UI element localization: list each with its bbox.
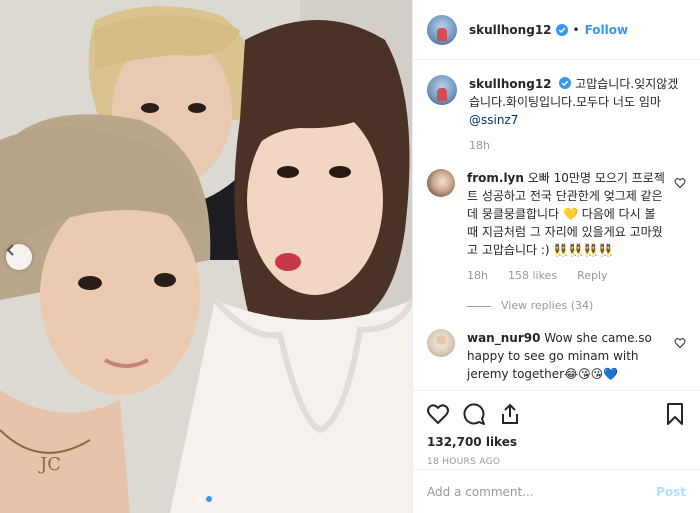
- heart-icon: [427, 404, 449, 424]
- like-comment-icon[interactable]: [674, 177, 686, 189]
- verified-badge-icon: [555, 23, 568, 36]
- view-replies-button[interactable]: View replies (34): [467, 297, 668, 315]
- commenter-avatar[interactable]: [427, 329, 455, 357]
- like-button[interactable]: [425, 401, 451, 427]
- follow-button[interactable]: Follow: [585, 23, 629, 37]
- like-comment-icon[interactable]: [674, 337, 686, 349]
- post-header: skullhong12 • Follow: [413, 0, 700, 60]
- carousel-dot: [196, 496, 202, 502]
- post-photo: JC: [0, 0, 412, 513]
- post-timestamp: 18 HOURS AGO: [427, 457, 501, 467]
- comment-time: 18h: [467, 269, 488, 282]
- selfie-image: JC: [0, 0, 412, 513]
- bookmark-icon: [667, 403, 683, 425]
- post-panel: skullhong12 • Follow skullhong12 고맙습니다.잊…: [412, 0, 700, 513]
- caption-time: 18h: [469, 139, 490, 152]
- likes-count[interactable]: 132,700 likes: [425, 435, 688, 449]
- author-username[interactable]: skullhong12: [469, 23, 552, 37]
- chevron-left-icon: [6, 244, 14, 256]
- caption-mention[interactable]: @ssinz7: [469, 113, 518, 127]
- header-separator: •: [572, 22, 580, 37]
- view-replies-label: View replies (34): [501, 299, 594, 312]
- svg-text:JC: JC: [38, 454, 61, 475]
- caption-avatar[interactable]: [427, 75, 457, 105]
- comment-item: from.lyn 오빠 10만명 모으기 프로젝트 성공하고 전국 단관한게 엊…: [427, 155, 686, 315]
- verified-badge-icon: [559, 77, 572, 89]
- save-button[interactable]: [662, 401, 688, 427]
- post-comment-button[interactable]: Post: [656, 485, 686, 499]
- comment-icon: [463, 403, 485, 425]
- author-avatar[interactable]: [427, 14, 457, 45]
- view-replies-line: [467, 305, 491, 307]
- commenter-username[interactable]: from.lyn: [467, 171, 524, 185]
- reply-button[interactable]: Reply: [577, 267, 607, 285]
- comments-list[interactable]: skullhong12 고맙습니다.잊지않겠습니다.화이팅입니다.모두다 너도 …: [413, 61, 700, 385]
- caption: skullhong12 고맙습니다.잊지않겠습니다.화이팅입니다.모두다 너도 …: [427, 61, 686, 155]
- share-icon: [502, 403, 518, 424]
- add-comment-bar: Post: [413, 469, 700, 513]
- commenter-username[interactable]: wan_nur90: [467, 331, 540, 345]
- comment-button[interactable]: [461, 401, 487, 427]
- carousel-indicator: [196, 496, 212, 502]
- caption-username[interactable]: skullhong12: [469, 77, 552, 91]
- share-button[interactable]: [497, 401, 523, 427]
- previous-image-button[interactable]: [6, 244, 32, 270]
- add-comment-input[interactable]: [427, 484, 657, 499]
- post-actions: 132,700 likes 18 HOURS AGO: [413, 390, 700, 467]
- comment-item: wan_nur90 Wow she came.so happy to see g…: [427, 315, 686, 383]
- carousel-dot-active: [206, 496, 212, 502]
- commenter-avatar[interactable]: [427, 169, 455, 197]
- comment-likes[interactable]: 158 likes: [508, 267, 557, 285]
